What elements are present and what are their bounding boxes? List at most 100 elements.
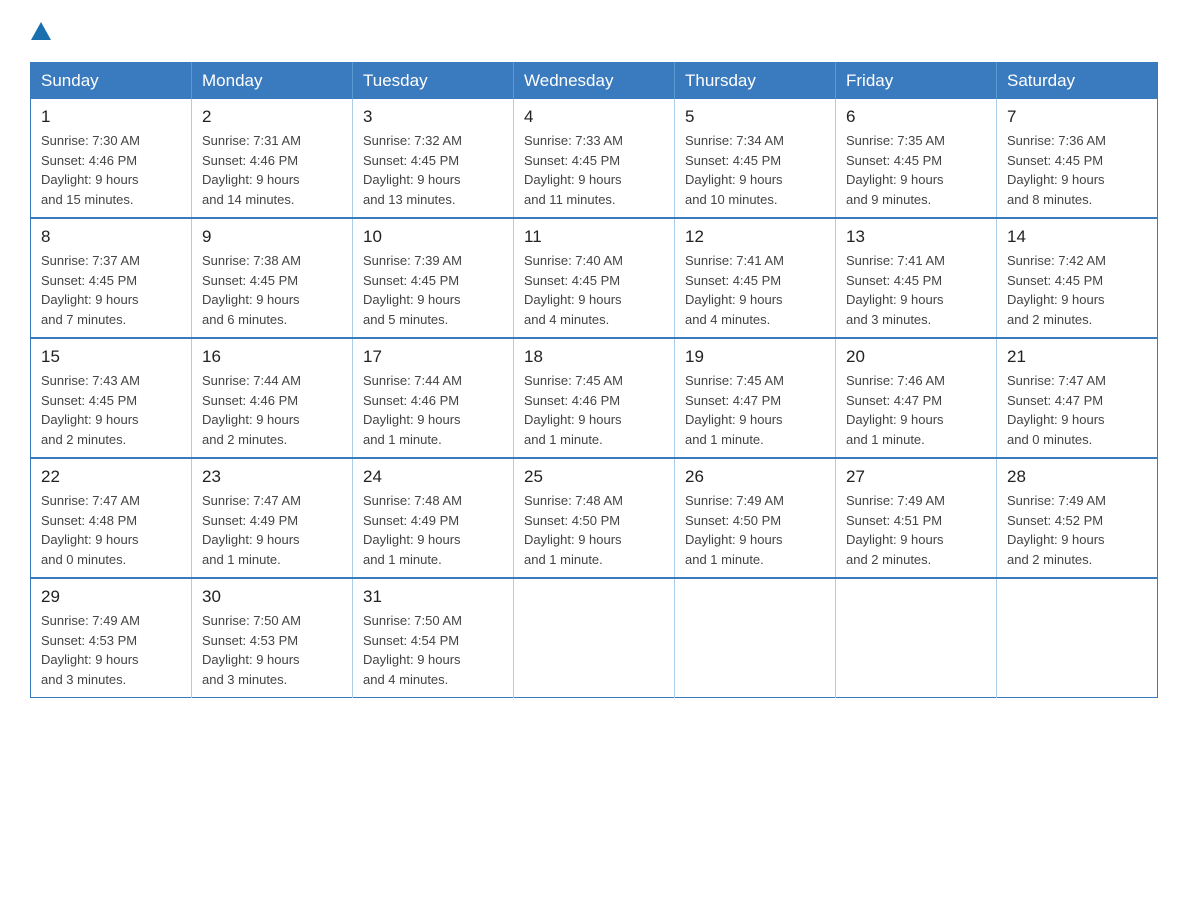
calendar-cell [836, 578, 997, 698]
day-number: 26 [685, 467, 825, 487]
day-number: 17 [363, 347, 503, 367]
day-number: 29 [41, 587, 181, 607]
day-info: Sunrise: 7:43 AMSunset: 4:45 PMDaylight:… [41, 371, 181, 449]
calendar-cell: 14 Sunrise: 7:42 AMSunset: 4:45 PMDaylig… [997, 218, 1158, 338]
day-info: Sunrise: 7:39 AMSunset: 4:45 PMDaylight:… [363, 251, 503, 329]
calendar-header: SundayMondayTuesdayWednesdayThursdayFrid… [31, 63, 1158, 100]
calendar-cell [675, 578, 836, 698]
calendar-week-row: 22 Sunrise: 7:47 AMSunset: 4:48 PMDaylig… [31, 458, 1158, 578]
day-info: Sunrise: 7:48 AMSunset: 4:50 PMDaylight:… [524, 491, 664, 569]
day-number: 4 [524, 107, 664, 127]
logo-triangle-icon [30, 20, 52, 42]
calendar-cell: 6 Sunrise: 7:35 AMSunset: 4:45 PMDayligh… [836, 99, 997, 218]
day-number: 31 [363, 587, 503, 607]
day-info: Sunrise: 7:50 AMSunset: 4:54 PMDaylight:… [363, 611, 503, 689]
calendar-cell: 19 Sunrise: 7:45 AMSunset: 4:47 PMDaylig… [675, 338, 836, 458]
calendar-week-row: 15 Sunrise: 7:43 AMSunset: 4:45 PMDaylig… [31, 338, 1158, 458]
day-number: 25 [524, 467, 664, 487]
day-number: 15 [41, 347, 181, 367]
calendar-week-row: 29 Sunrise: 7:49 AMSunset: 4:53 PMDaylig… [31, 578, 1158, 698]
day-number: 1 [41, 107, 181, 127]
calendar-cell: 7 Sunrise: 7:36 AMSunset: 4:45 PMDayligh… [997, 99, 1158, 218]
calendar-table: SundayMondayTuesdayWednesdayThursdayFrid… [30, 62, 1158, 698]
day-info: Sunrise: 7:47 AMSunset: 4:47 PMDaylight:… [1007, 371, 1147, 449]
calendar-cell: 27 Sunrise: 7:49 AMSunset: 4:51 PMDaylig… [836, 458, 997, 578]
calendar-cell: 18 Sunrise: 7:45 AMSunset: 4:46 PMDaylig… [514, 338, 675, 458]
day-number: 9 [202, 227, 342, 247]
day-info: Sunrise: 7:41 AMSunset: 4:45 PMDaylight:… [846, 251, 986, 329]
calendar-cell: 25 Sunrise: 7:48 AMSunset: 4:50 PMDaylig… [514, 458, 675, 578]
day-header-saturday: Saturday [997, 63, 1158, 100]
day-info: Sunrise: 7:47 AMSunset: 4:49 PMDaylight:… [202, 491, 342, 569]
calendar-cell: 9 Sunrise: 7:38 AMSunset: 4:45 PMDayligh… [192, 218, 353, 338]
calendar-cell: 8 Sunrise: 7:37 AMSunset: 4:45 PMDayligh… [31, 218, 192, 338]
day-info: Sunrise: 7:32 AMSunset: 4:45 PMDaylight:… [363, 131, 503, 209]
day-info: Sunrise: 7:48 AMSunset: 4:49 PMDaylight:… [363, 491, 503, 569]
day-info: Sunrise: 7:49 AMSunset: 4:52 PMDaylight:… [1007, 491, 1147, 569]
calendar-cell: 29 Sunrise: 7:49 AMSunset: 4:53 PMDaylig… [31, 578, 192, 698]
calendar-cell [514, 578, 675, 698]
calendar-week-row: 1 Sunrise: 7:30 AMSunset: 4:46 PMDayligh… [31, 99, 1158, 218]
calendar-cell: 30 Sunrise: 7:50 AMSunset: 4:53 PMDaylig… [192, 578, 353, 698]
page-header [30, 20, 1158, 42]
day-number: 14 [1007, 227, 1147, 247]
day-info: Sunrise: 7:44 AMSunset: 4:46 PMDaylight:… [363, 371, 503, 449]
calendar-cell: 15 Sunrise: 7:43 AMSunset: 4:45 PMDaylig… [31, 338, 192, 458]
day-number: 19 [685, 347, 825, 367]
day-number: 22 [41, 467, 181, 487]
calendar-week-row: 8 Sunrise: 7:37 AMSunset: 4:45 PMDayligh… [31, 218, 1158, 338]
calendar-cell: 24 Sunrise: 7:48 AMSunset: 4:49 PMDaylig… [353, 458, 514, 578]
calendar-cell: 12 Sunrise: 7:41 AMSunset: 4:45 PMDaylig… [675, 218, 836, 338]
calendar-cell: 4 Sunrise: 7:33 AMSunset: 4:45 PMDayligh… [514, 99, 675, 218]
day-info: Sunrise: 7:50 AMSunset: 4:53 PMDaylight:… [202, 611, 342, 689]
day-number: 18 [524, 347, 664, 367]
day-header-friday: Friday [836, 63, 997, 100]
day-number: 2 [202, 107, 342, 127]
day-number: 24 [363, 467, 503, 487]
day-number: 10 [363, 227, 503, 247]
day-number: 27 [846, 467, 986, 487]
day-info: Sunrise: 7:49 AMSunset: 4:51 PMDaylight:… [846, 491, 986, 569]
calendar-cell: 26 Sunrise: 7:49 AMSunset: 4:50 PMDaylig… [675, 458, 836, 578]
day-number: 20 [846, 347, 986, 367]
calendar-body: 1 Sunrise: 7:30 AMSunset: 4:46 PMDayligh… [31, 99, 1158, 698]
calendar-cell: 31 Sunrise: 7:50 AMSunset: 4:54 PMDaylig… [353, 578, 514, 698]
day-number: 28 [1007, 467, 1147, 487]
calendar-cell: 23 Sunrise: 7:47 AMSunset: 4:49 PMDaylig… [192, 458, 353, 578]
day-info: Sunrise: 7:46 AMSunset: 4:47 PMDaylight:… [846, 371, 986, 449]
day-number: 16 [202, 347, 342, 367]
day-info: Sunrise: 7:40 AMSunset: 4:45 PMDaylight:… [524, 251, 664, 329]
day-header-monday: Monday [192, 63, 353, 100]
day-info: Sunrise: 7:35 AMSunset: 4:45 PMDaylight:… [846, 131, 986, 209]
day-info: Sunrise: 7:45 AMSunset: 4:47 PMDaylight:… [685, 371, 825, 449]
day-number: 3 [363, 107, 503, 127]
calendar-cell: 11 Sunrise: 7:40 AMSunset: 4:45 PMDaylig… [514, 218, 675, 338]
calendar-cell: 16 Sunrise: 7:44 AMSunset: 4:46 PMDaylig… [192, 338, 353, 458]
day-header-thursday: Thursday [675, 63, 836, 100]
calendar-cell: 20 Sunrise: 7:46 AMSunset: 4:47 PMDaylig… [836, 338, 997, 458]
calendar-cell: 13 Sunrise: 7:41 AMSunset: 4:45 PMDaylig… [836, 218, 997, 338]
day-info: Sunrise: 7:37 AMSunset: 4:45 PMDaylight:… [41, 251, 181, 329]
day-number: 21 [1007, 347, 1147, 367]
day-info: Sunrise: 7:42 AMSunset: 4:45 PMDaylight:… [1007, 251, 1147, 329]
day-number: 23 [202, 467, 342, 487]
day-header-row: SundayMondayTuesdayWednesdayThursdayFrid… [31, 63, 1158, 100]
calendar-cell: 2 Sunrise: 7:31 AMSunset: 4:46 PMDayligh… [192, 99, 353, 218]
day-number: 11 [524, 227, 664, 247]
calendar-cell: 10 Sunrise: 7:39 AMSunset: 4:45 PMDaylig… [353, 218, 514, 338]
day-info: Sunrise: 7:47 AMSunset: 4:48 PMDaylight:… [41, 491, 181, 569]
day-info: Sunrise: 7:33 AMSunset: 4:45 PMDaylight:… [524, 131, 664, 209]
calendar-cell [997, 578, 1158, 698]
day-number: 13 [846, 227, 986, 247]
day-header-tuesday: Tuesday [353, 63, 514, 100]
calendar-cell: 1 Sunrise: 7:30 AMSunset: 4:46 PMDayligh… [31, 99, 192, 218]
calendar-cell: 22 Sunrise: 7:47 AMSunset: 4:48 PMDaylig… [31, 458, 192, 578]
day-info: Sunrise: 7:49 AMSunset: 4:53 PMDaylight:… [41, 611, 181, 689]
day-header-sunday: Sunday [31, 63, 192, 100]
calendar-cell: 21 Sunrise: 7:47 AMSunset: 4:47 PMDaylig… [997, 338, 1158, 458]
day-info: Sunrise: 7:45 AMSunset: 4:46 PMDaylight:… [524, 371, 664, 449]
day-info: Sunrise: 7:34 AMSunset: 4:45 PMDaylight:… [685, 131, 825, 209]
calendar-cell: 28 Sunrise: 7:49 AMSunset: 4:52 PMDaylig… [997, 458, 1158, 578]
calendar-cell: 5 Sunrise: 7:34 AMSunset: 4:45 PMDayligh… [675, 99, 836, 218]
day-number: 7 [1007, 107, 1147, 127]
